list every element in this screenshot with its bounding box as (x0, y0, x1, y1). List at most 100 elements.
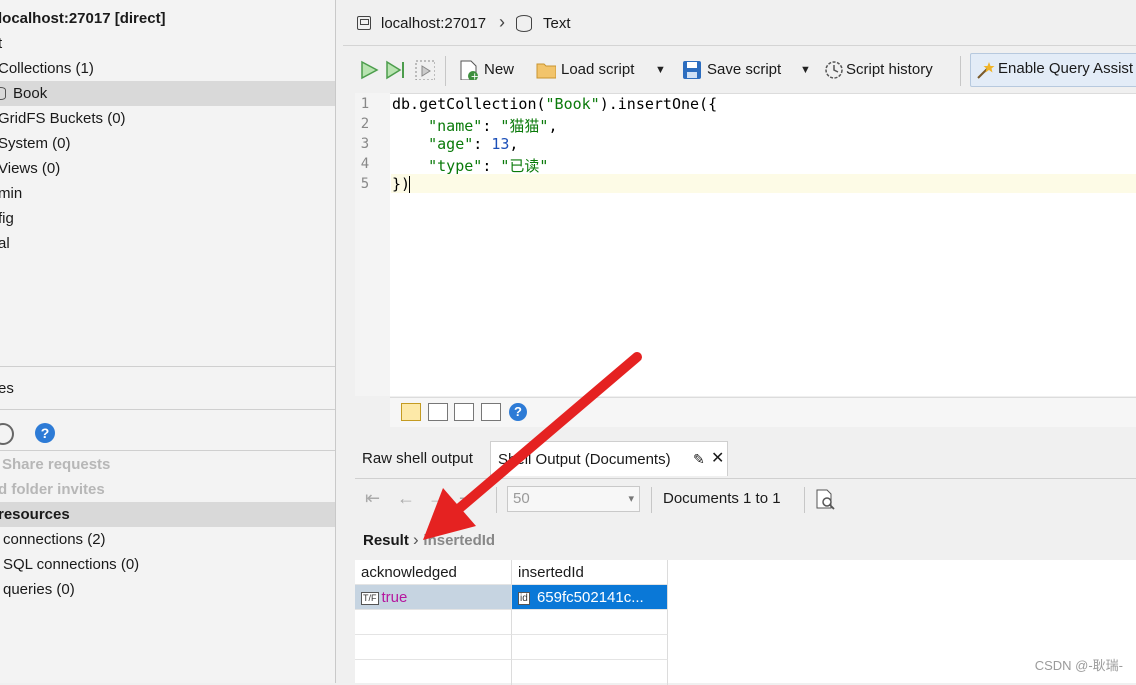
section-header[interactable]: es (0, 376, 335, 401)
breadcrumb-collection[interactable]: Text (543, 15, 571, 32)
tree-item-label: Book (13, 85, 48, 102)
resource-label: connections (2) (3, 531, 106, 548)
tree-item-local[interactable]: al (0, 231, 335, 256)
new-script-icon: + (460, 60, 479, 81)
tree-item-label: min (0, 185, 23, 202)
tree-item-config[interactable]: fig (0, 206, 335, 231)
page-size-value: 50 (513, 490, 530, 507)
line-number: 1 (360, 96, 370, 112)
cell-value: 659fc502141c... (536, 589, 644, 606)
history-icon (825, 61, 843, 79)
load-script-button[interactable]: Load script (561, 57, 634, 83)
collection-icon (516, 15, 532, 32)
grid-cell-acknowledged[interactable]: T/F true (355, 585, 512, 610)
code-token: ).insertOne({ (599, 95, 718, 113)
run-icon[interactable] (359, 60, 379, 80)
result-crumb[interactable]: Result (363, 532, 409, 549)
toolbar-divider (651, 487, 652, 513)
code-line-2[interactable]: "name": "猫猫", (392, 115, 557, 136)
connection-tree-panel: localhost:27017 [direct] t Collections (… (0, 0, 336, 683)
column-header-insertedid[interactable]: insertedId (512, 560, 668, 585)
tree-item-label: Views (0) (0, 160, 61, 177)
line-number: 2 (360, 116, 370, 132)
help-icon[interactable]: ? (509, 403, 527, 421)
documents-range: Documents 1 to 1 (663, 490, 781, 507)
toolbar-divider (445, 56, 446, 86)
output-panel: Raw shell output Shell Output (Documents… (355, 437, 1136, 685)
svg-text:+: + (471, 72, 479, 81)
code-string: "猫猫" (500, 117, 549, 135)
code-token: , (509, 135, 519, 153)
tree-connection[interactable]: localhost:27017 [direct] (0, 6, 335, 31)
divider (0, 450, 335, 451)
tree-item[interactable]: t (0, 31, 335, 56)
refresh-icon[interactable] (0, 423, 14, 445)
new-button[interactable]: New (484, 57, 514, 83)
run-selection-icon[interactable] (415, 60, 435, 80)
inspect-document-icon[interactable] (815, 489, 837, 511)
format-icon[interactable] (428, 403, 448, 421)
close-icon[interactable]: ✕ (711, 441, 724, 476)
column-header-acknowledged[interactable]: acknowledged (355, 560, 512, 585)
folder-invites-item[interactable]: d folder invites (0, 477, 335, 502)
breadcrumb-host[interactable]: localhost:27017 (381, 15, 486, 32)
pin-icon[interactable]: ✎ (693, 442, 705, 477)
save-script-button[interactable]: Save script (707, 57, 781, 83)
tree-item-gridfs[interactable]: GridFS Buckets (0) (0, 106, 335, 131)
tree-item-label: fig (0, 210, 14, 227)
grid-empty-cell (512, 610, 668, 635)
tree-item-system[interactable]: System (0) (0, 131, 335, 156)
code-key: "name" (428, 117, 483, 135)
previous-page-icon[interactable]: ← (397, 488, 415, 509)
code-line-3[interactable]: "age": 13, (392, 135, 518, 153)
tree-item-collections[interactable]: Collections (1) (0, 56, 335, 81)
result-grid: acknowledged insertedId T/F true id 659fc… (355, 560, 1136, 685)
outdent-icon[interactable] (481, 403, 501, 421)
share-requests-item[interactable]: Share requests (0, 452, 335, 477)
last-page-icon[interactable]: ⇥ (459, 488, 474, 509)
first-page-icon[interactable]: ⇤ (365, 488, 380, 509)
save-icon (683, 61, 701, 79)
enable-query-assistant-button[interactable]: Enable Query Assist (970, 53, 1136, 87)
chevron-down-icon[interactable]: ▼ (655, 64, 666, 76)
indent-icon[interactable] (454, 403, 474, 421)
tree-item-admin[interactable]: min (0, 181, 335, 206)
tree-item-views[interactable]: Views (0) (0, 156, 335, 181)
grid-empty-cell (355, 635, 512, 660)
current-line-highlight (391, 174, 1136, 193)
resource-item-queries[interactable]: queries (0) (0, 577, 335, 602)
tree-item-book[interactable]: Book (0, 81, 335, 106)
resource-item-connections[interactable]: connections (2) (0, 527, 335, 552)
connection-title: localhost:27017 [direct] (0, 10, 166, 27)
boolean-type-icon: T/F (361, 591, 379, 605)
breadcrumb: localhost:27017 › Text (343, 0, 1136, 46)
folder-icon (536, 63, 556, 79)
grid-empty-cell (512, 660, 668, 685)
line-number: 4 (360, 156, 370, 172)
next-page-icon[interactable]: → (428, 488, 446, 509)
share-requests-label: Share requests (2, 456, 111, 473)
tab-shell-output-documents[interactable]: Shell Output (Documents) ✎ ✕ (490, 441, 728, 476)
page-size-select[interactable]: 50 ▾ (507, 486, 640, 512)
grid-cell-insertedid[interactable]: id 659fc502141c... (512, 585, 668, 610)
auto-complete-icon[interactable] (401, 403, 421, 421)
resources-header[interactable]: resources (0, 502, 335, 527)
code-token: : (482, 157, 501, 175)
help-icon[interactable]: ? (35, 423, 55, 443)
script-history-button[interactable]: Script history (846, 57, 933, 83)
code-line-1[interactable]: db.getCollection("Book").insertOne({ (392, 95, 717, 113)
code-line-4[interactable]: "type": "已读" (392, 155, 548, 176)
cell-value: true (381, 589, 408, 606)
chevron-down-icon[interactable]: ▼ (800, 64, 811, 76)
result-field-crumb[interactable]: insertedId (423, 532, 495, 549)
code-string: "已读" (500, 157, 549, 175)
tab-label: Shell Output (Documents) (498, 451, 671, 468)
chevron-down-icon: ▾ (628, 493, 634, 505)
resource-item-sql[interactable]: SQL connections (0) (0, 552, 335, 577)
code-line-5[interactable]: }) (392, 175, 410, 193)
run-line-icon[interactable] (385, 60, 405, 80)
divider (0, 366, 335, 367)
magic-wand-icon (977, 62, 995, 79)
tab-raw-shell-output[interactable]: Raw shell output (362, 441, 473, 476)
